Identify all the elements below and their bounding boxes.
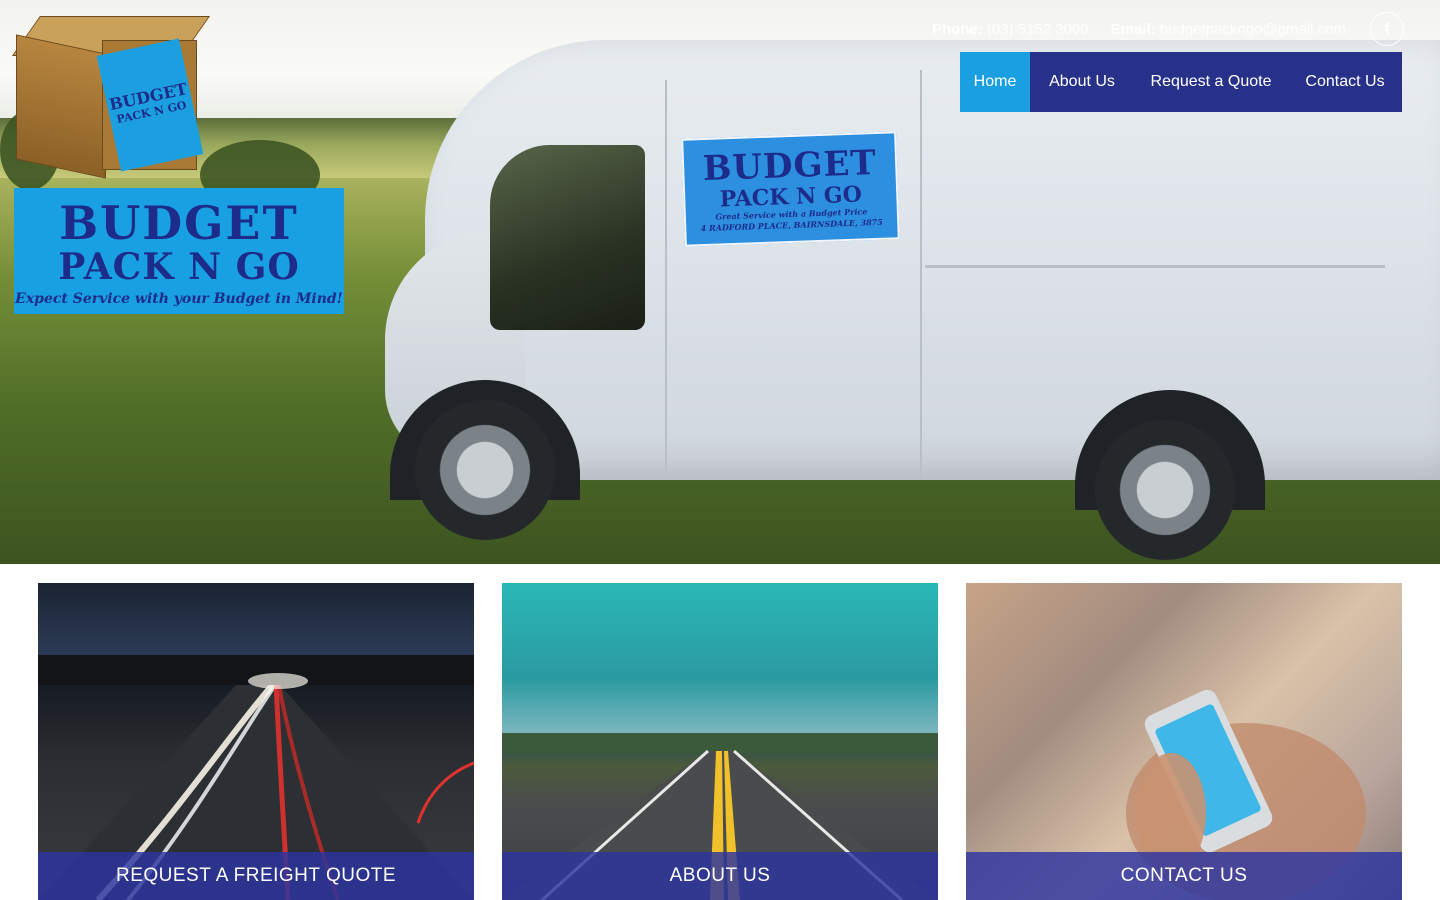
nav-item-contact[interactable]: Contact Us [1288, 52, 1402, 112]
van-window [490, 145, 645, 330]
logo-line2: PACK N GO [58, 246, 300, 288]
email-value[interactable]: budgetpackngo@gmail.com [1160, 21, 1346, 38]
contact-bar: Phone: (03) 5152 3000 Email: budgetpackn… [932, 12, 1404, 46]
van-slide-rail [925, 265, 1385, 268]
nav-item-about[interactable]: About Us [1030, 52, 1134, 112]
main-nav: Home About Us Request a Quote Contact Us [960, 52, 1402, 112]
phone-value[interactable]: (03) 5152 3000 [987, 21, 1089, 38]
logo-tagline: Expect Service with your Budget in Mind! [15, 291, 343, 307]
card-about-us[interactable]: ABOUT US [502, 583, 938, 900]
van-front-wheel [415, 400, 555, 540]
van-sign-title: BUDGET [701, 142, 878, 190]
card-freight-quote[interactable]: REQUEST A FREIGHT QUOTE [38, 583, 474, 900]
van-panel-line [920, 70, 922, 480]
site-logo[interactable]: BUDGET PACK N GO Expect Service with you… [14, 188, 344, 314]
feature-cards: REQUEST A FREIGHT QUOTE ABOUT US CONTACT… [38, 583, 1402, 900]
card-caption: REQUEST A FREIGHT QUOTE [38, 852, 474, 900]
facebook-icon[interactable]: f [1370, 12, 1404, 46]
logo-box-graphic[interactable]: BUDGET PACK N GO [11, 14, 211, 179]
van-panel-line [665, 80, 667, 470]
phone-label: Phone: [931, 20, 983, 38]
van-sign: BUDGET PACK N GO Great Service with a Bu… [681, 131, 900, 247]
box-side [16, 34, 106, 179]
van-rear-wheel [1095, 420, 1235, 560]
nav-item-home[interactable]: Home [960, 52, 1030, 112]
phone-info: Phone: (03) 5152 3000 [932, 21, 1089, 38]
email-label: Email: [1110, 20, 1156, 38]
card-contact-us[interactable]: CONTACT US [966, 583, 1402, 900]
card-caption: CONTACT US [966, 852, 1402, 900]
card-caption: ABOUT US [502, 852, 938, 900]
logo-line1: BUDGET [59, 196, 299, 250]
email-info: Email: budgetpackngo@gmail.com [1111, 21, 1346, 38]
nav-item-request-quote[interactable]: Request a Quote [1134, 52, 1288, 112]
delivery-van: BUDGET PACK N GO Great Service with a Bu… [385, 40, 1440, 560]
